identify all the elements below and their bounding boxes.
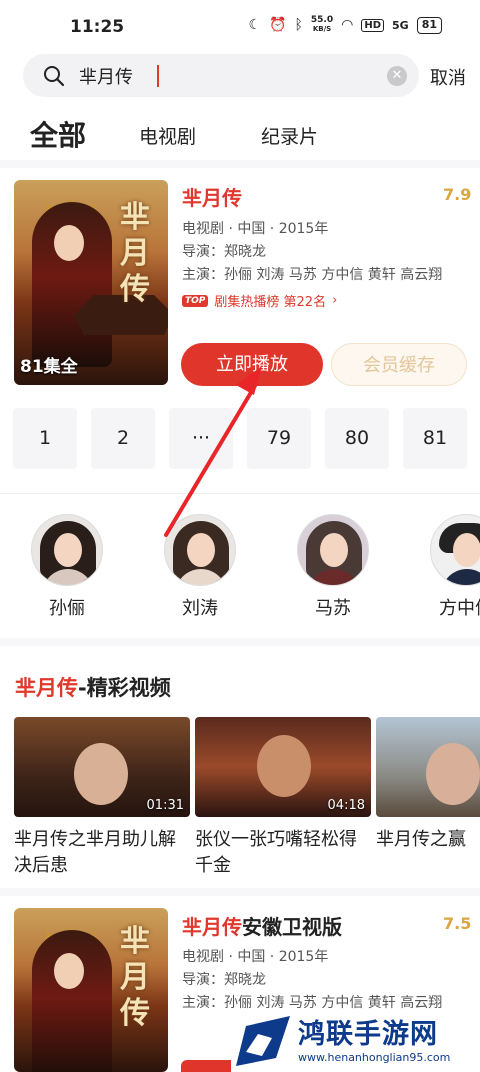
alarm-icon: ⏰	[269, 17, 287, 33]
search-input[interactable]	[79, 62, 379, 90]
video-card[interactable]: 01:31 芈月传之芈月助儿解决后患	[14, 717, 190, 879]
divider	[0, 493, 480, 494]
episode-button[interactable]: 2	[91, 408, 155, 469]
tab-tv[interactable]: 电视剧	[139, 122, 196, 149]
cast-name: 孙俪	[49, 598, 85, 619]
watermark-logo-icon	[236, 1016, 290, 1066]
video-caption: 芈月传之赢	[376, 829, 466, 850]
cast-name: 方中信	[439, 598, 480, 619]
video-thumbnail: 04:18	[195, 717, 371, 817]
watermark-text: 鸿联手游网 www.henanhonglian95.com	[298, 1019, 450, 1064]
episode-button[interactable]: 79	[247, 408, 311, 469]
poster-face	[54, 953, 84, 989]
watermark-name: 鸿联手游网	[298, 1018, 438, 1050]
episode-more-button[interactable]: ···	[169, 408, 233, 469]
cast-name: 刘涛	[182, 598, 218, 619]
video-caption: 张仪一张巧嘴轻松得千金	[195, 829, 357, 876]
poster-face	[54, 225, 84, 261]
result-director: 导演：郑晓龙	[182, 244, 266, 260]
result-meta: 电视剧 · 中国 · 2015年	[182, 221, 329, 237]
network-speed: 55.0 KB/S	[311, 16, 333, 34]
episode-button[interactable]: 81	[403, 408, 467, 469]
watermark: 鸿联手游网 www.henanhonglian95.com	[232, 1010, 472, 1072]
status-icons: ☾ ⏰ ᛒ 55.0 KB/S ◠ HD 5G 81	[248, 16, 442, 34]
result-score: 7.9	[443, 185, 472, 204]
episode-button[interactable]: 1	[13, 408, 77, 469]
signal-icon: 5G	[392, 18, 409, 32]
tab-all[interactable]: 全部	[30, 114, 86, 154]
result-title-highlight: 芈月传	[182, 915, 242, 939]
moon-icon: ☾	[248, 17, 262, 33]
section-title-rest: -精彩视频	[78, 676, 171, 700]
wifi-icon: ◠	[341, 17, 354, 33]
video-thumbnail	[376, 717, 480, 817]
status-bar: 11:25 ☾ ⏰ ᛒ 55.0 KB/S ◠ HD 5G 81	[0, 0, 480, 52]
divider	[0, 638, 480, 646]
cast-item[interactable]: 孙俪	[31, 514, 103, 620]
divider	[0, 160, 480, 168]
cast-item[interactable]: 马苏	[297, 514, 369, 620]
network-speed-unit: KB/S	[312, 25, 332, 33]
video-card[interactable]: 芈月传之赢	[376, 717, 480, 853]
result-title[interactable]: 芈月传	[182, 182, 242, 211]
status-time: 11:25	[70, 17, 125, 37]
cast-item[interactable]: 刘涛	[164, 514, 236, 620]
result-poster[interactable]: 芈月传 81集全	[14, 180, 168, 385]
bluetooth-icon: ᛒ	[294, 17, 303, 33]
member-cache-button[interactable]: 会员缓存	[331, 343, 467, 386]
rank-text: 剧集热播榜 第22名	[214, 295, 327, 310]
video-duration: 01:31	[146, 798, 184, 813]
divider	[0, 888, 480, 896]
play-now-button[interactable]	[181, 1060, 231, 1072]
result-cast-line: 主演：孙俪 刘涛 马苏 方中信 黄轩 高云翔	[182, 267, 443, 283]
episodes-badge: 81集全	[20, 357, 78, 377]
section-title-highlight: 芈月传	[15, 676, 78, 700]
result-cast-line: 主演：孙俪 刘涛 马苏 方中信 黄轩 高云翔	[182, 995, 443, 1011]
avatar	[297, 514, 369, 586]
result-meta: 电视剧 · 中国 · 2015年	[182, 949, 329, 965]
cast-name: 马苏	[315, 598, 351, 619]
cast-item[interactable]: 方中信	[430, 514, 480, 620]
result-title[interactable]: 芈月传安徽卫视版	[182, 911, 342, 940]
hd-icon: HD	[361, 18, 384, 32]
poster-calligraphy: 芈月传	[120, 924, 150, 1031]
video-card[interactable]: 04:18 张仪一张巧嘴轻松得千金	[195, 717, 371, 879]
episode-button[interactable]: 80	[325, 408, 389, 469]
top-badge: TOP	[182, 294, 209, 307]
cancel-button[interactable]: 取消	[430, 64, 466, 90]
network-speed-value: 55.0	[310, 15, 334, 25]
text-caret	[157, 65, 159, 87]
poster-figure	[32, 930, 112, 1072]
avatar	[430, 514, 480, 586]
avatar	[31, 514, 103, 586]
video-caption: 芈月传之芈月助儿解决后患	[14, 829, 176, 876]
chevron-right-icon: ›	[332, 293, 338, 308]
result-poster[interactable]: 芈月传	[14, 908, 168, 1072]
video-duration: 04:18	[327, 798, 365, 813]
result-title-rest: 安徽卫视版	[242, 915, 342, 939]
section-title: 芈月传-精彩视频	[15, 672, 171, 702]
avatar	[164, 514, 236, 586]
play-now-button[interactable]: 立即播放	[181, 343, 323, 386]
rank-link[interactable]: TOP 剧集热播榜 第22名 ›	[182, 291, 337, 310]
clear-icon[interactable]: ✕	[387, 66, 407, 86]
result-score: 7.5	[443, 914, 472, 933]
video-thumbnail: 01:31	[14, 717, 190, 817]
search-bar[interactable]: ✕	[23, 54, 419, 97]
result-director: 导演：郑晓龙	[182, 972, 266, 988]
tab-documentary[interactable]: 纪录片	[261, 122, 318, 149]
poster-calligraphy: 芈月传	[120, 200, 150, 307]
search-icon	[44, 66, 65, 87]
battery-icon: 81	[416, 16, 442, 34]
watermark-url: www.henanhonglian95.com	[298, 1050, 451, 1064]
